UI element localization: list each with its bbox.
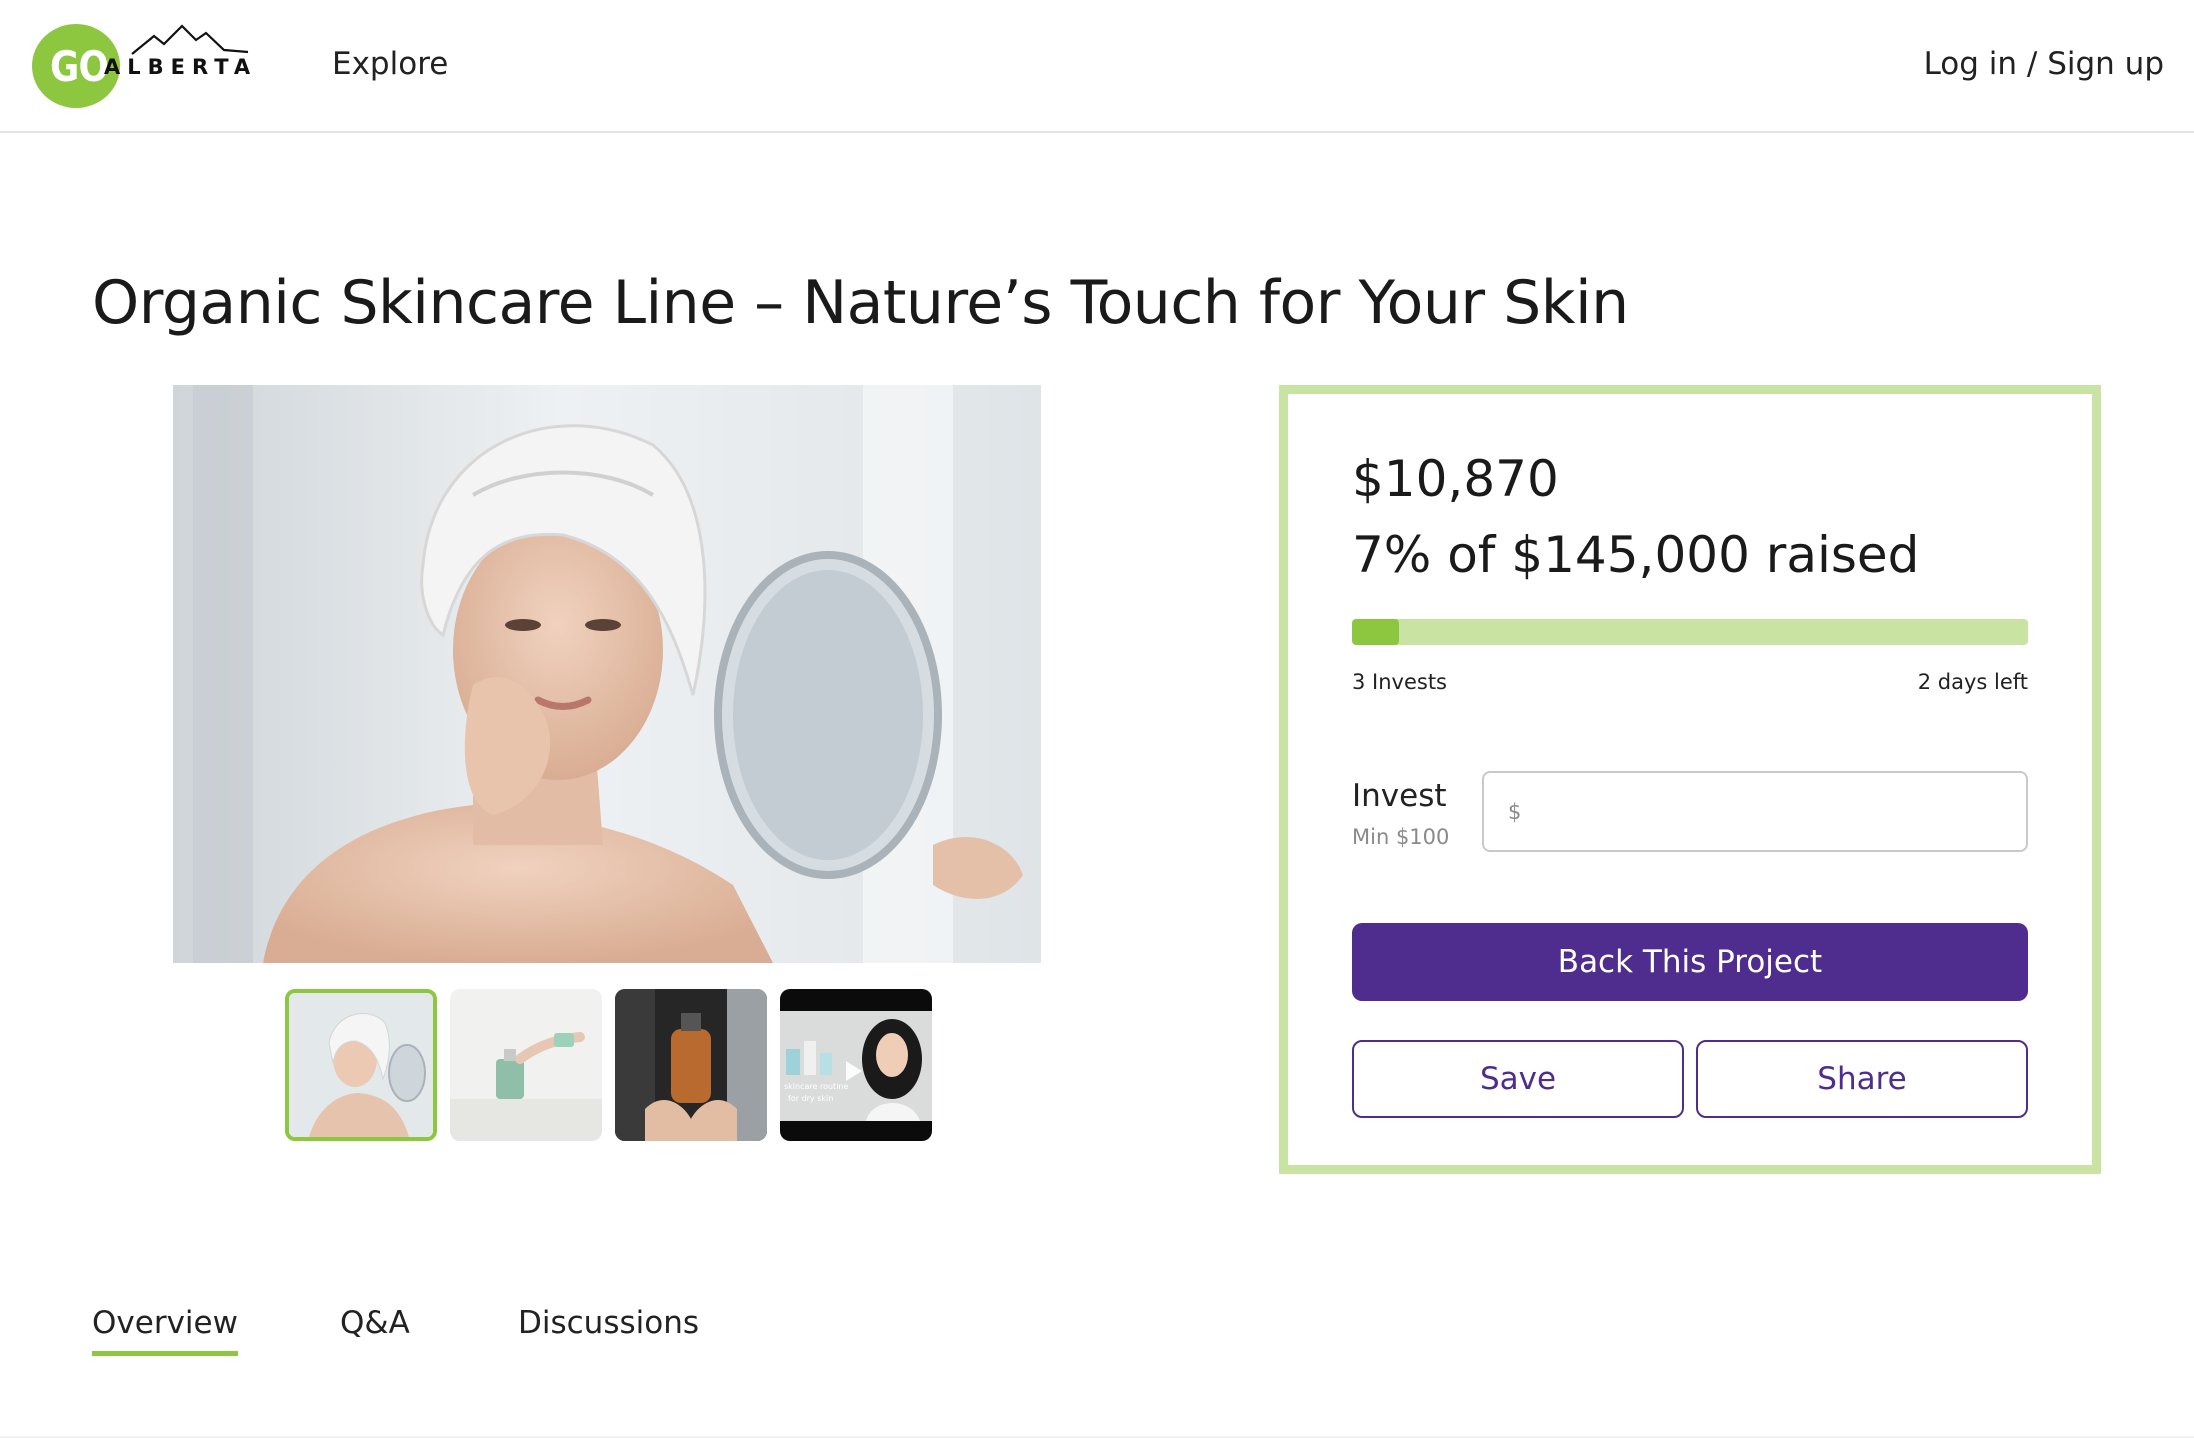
funding-progress-fill xyxy=(1352,619,1400,645)
invest-label: Invest xyxy=(1352,778,1447,814)
svg-text:for dry skin: for dry skin xyxy=(788,1094,833,1103)
tab-overview[interactable]: Overview xyxy=(92,1305,238,1356)
logo-alberta-text: ALBERTA xyxy=(104,55,258,79)
content-divider xyxy=(0,1436,2194,1438)
tab-qa[interactable]: Q&A xyxy=(340,1305,410,1351)
thumbnail-2[interactable] xyxy=(450,989,602,1141)
funding-progress-bar xyxy=(1352,619,2028,645)
back-this-project-button[interactable]: Back This Project xyxy=(1352,923,2028,1001)
save-button[interactable]: Save xyxy=(1352,1040,1684,1118)
top-navigation-bar: GO ALBERTA Explore Log in / Sign up xyxy=(0,0,2194,133)
thumbnail-3[interactable] xyxy=(615,989,767,1141)
thumbnail-1[interactable] xyxy=(285,989,437,1141)
nav-explore-link[interactable]: Explore xyxy=(332,46,448,82)
amount-raised: $10,870 xyxy=(1352,450,1559,508)
mountains-icon xyxy=(131,24,249,55)
login-signup-link[interactable]: Log in / Sign up xyxy=(1924,46,2164,82)
invest-count: 3 Invests xyxy=(1352,670,1448,694)
main-project-image xyxy=(173,385,1041,963)
share-button[interactable]: Share xyxy=(1696,1040,2028,1118)
thumbnail-4-video[interactable]: skincare routine for dry skin xyxy=(780,989,932,1141)
logo-go-text: GO xyxy=(50,42,109,91)
go-alberta-logo[interactable]: GO ALBERTA xyxy=(32,24,264,110)
invest-amount-input[interactable] xyxy=(1482,771,2028,852)
tab-discussions[interactable]: Discussions xyxy=(518,1305,699,1351)
percent-raised-text: 7% of $145,000 raised xyxy=(1352,526,1920,584)
days-left: 2 days left xyxy=(1917,670,2028,694)
svg-text:skincare routine: skincare routine xyxy=(784,1082,848,1091)
page-title: Organic Skincare Line – Nature’s Touch f… xyxy=(92,268,1629,338)
invest-minimum: Min $100 xyxy=(1352,825,1450,849)
